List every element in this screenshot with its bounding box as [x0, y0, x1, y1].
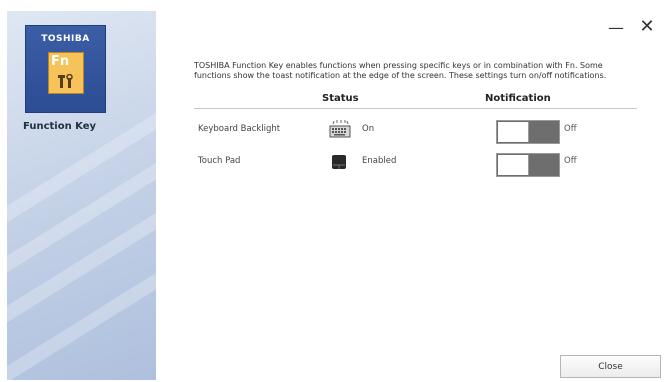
row-label-keyboard-backlight: Keyboard Backlight [198, 124, 281, 134]
toggle-knob[interactable] [498, 122, 529, 142]
touch-pad-notification-toggle[interactable] [496, 153, 560, 177]
keyboard-backlight-icon [329, 120, 351, 138]
row-label-touch-pad: Touch Pad [198, 156, 241, 166]
app-logo: TOSHIBA Fn [25, 25, 106, 113]
header-divider [194, 108, 637, 109]
wrench-hammer-icon [58, 74, 73, 88]
touchpad-icon [332, 155, 346, 169]
touch-pad-notification-state: Off [564, 156, 577, 166]
notification-column-header: Notification [485, 93, 551, 104]
sidebar: TOSHIBA Fn Function Key [7, 11, 156, 380]
function-key-window: TOSHIBA Fn Function Key — ✕ TOSHIBA Func… [0, 0, 671, 382]
brand-label: TOSHIBA [41, 34, 90, 44]
close-button[interactable]: Close [560, 355, 661, 378]
app-title: Function Key [23, 121, 97, 132]
fn-key-icon: Fn [48, 52, 84, 94]
keyboard-backlight-status: On [362, 124, 375, 134]
toggle-knob[interactable] [498, 155, 529, 175]
keyboard-backlight-notification-toggle[interactable] [496, 120, 560, 144]
close-window-button[interactable]: ✕ [637, 16, 657, 38]
keyboard-backlight-notification-state: Off [564, 124, 577, 134]
status-column-header: Status [322, 93, 359, 104]
minimize-button[interactable]: — [606, 18, 626, 38]
fn-key-label: Fn [51, 54, 70, 69]
description-text: TOSHIBA Function Key enables functions w… [194, 61, 607, 80]
touch-pad-status: Enabled [362, 156, 397, 166]
